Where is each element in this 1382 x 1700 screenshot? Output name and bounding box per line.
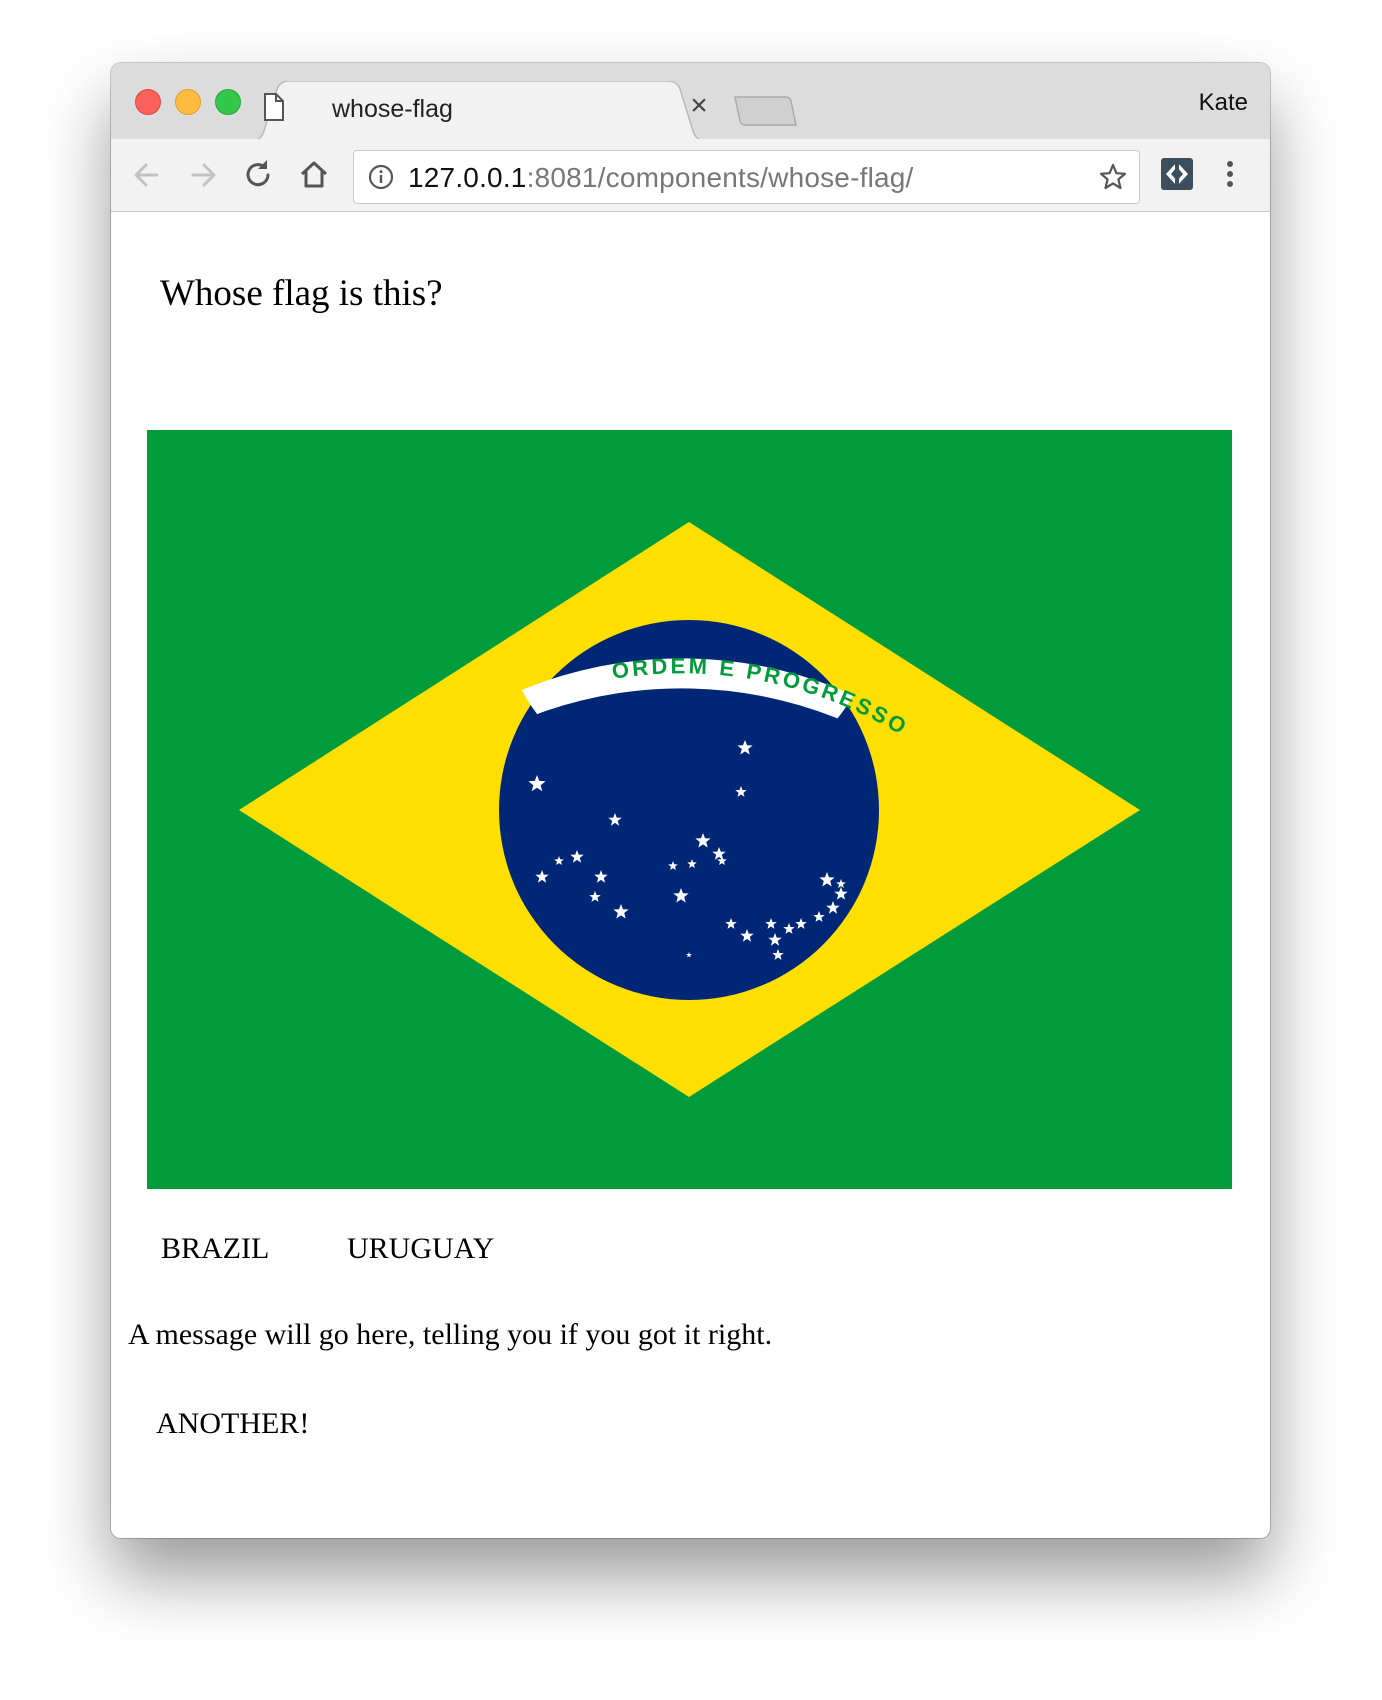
tab-close-icon[interactable]: × [686, 91, 712, 121]
active-tab[interactable] [251, 81, 706, 141]
home-icon[interactable] [296, 157, 332, 193]
url-text[interactable]: 127.0.0.1:8081/components/whose-flag/ [408, 162, 914, 194]
new-tab-button[interactable] [733, 95, 797, 127]
window-close-button[interactable] [135, 89, 161, 115]
result-message: A message will go here, telling you if y… [128, 1318, 773, 1351]
choice-button-uruguay[interactable]: URUGUAY [347, 1232, 494, 1266]
choice-button-brazil[interactable]: BRAZIL [161, 1232, 269, 1266]
forward-icon[interactable] [185, 157, 221, 193]
reload-icon[interactable] [241, 157, 277, 193]
tab-background [251, 81, 706, 141]
page-icon [264, 93, 284, 121]
window-maximize-button[interactable] [215, 89, 241, 115]
browser-window: whose-flag × Kate 127.0.0.1:8081/compone… [111, 63, 1270, 1538]
toolbar: 127.0.0.1:8081/components/whose-flag/ [111, 139, 1270, 212]
bookmark-star-icon[interactable] [1099, 163, 1127, 191]
url-host: 127.0.0.1 [408, 162, 527, 193]
extension-icon[interactable] [1160, 157, 1194, 191]
page-title: Whose flag is this? [160, 273, 443, 314]
url-path: :8081/components/whose-flag/ [526, 162, 914, 193]
info-icon[interactable] [368, 164, 394, 190]
address-bar[interactable]: 127.0.0.1:8081/components/whose-flag/ [353, 150, 1140, 204]
another-button[interactable]: ANOTHER! [156, 1407, 309, 1441]
menu-icon[interactable] [1224, 157, 1236, 191]
brazil-flag-image: ORDEM E PROGRESSO [147, 430, 1232, 1189]
title-bar: whose-flag × Kate [111, 63, 1270, 141]
page-content: Whose flag is this? ORDEM E PROGRESSO BR… [111, 212, 1270, 1538]
tab-title: whose-flag [332, 95, 453, 123]
window-minimize-button[interactable] [175, 89, 201, 115]
profile-name[interactable]: Kate [1199, 89, 1248, 117]
back-icon[interactable] [129, 157, 165, 193]
